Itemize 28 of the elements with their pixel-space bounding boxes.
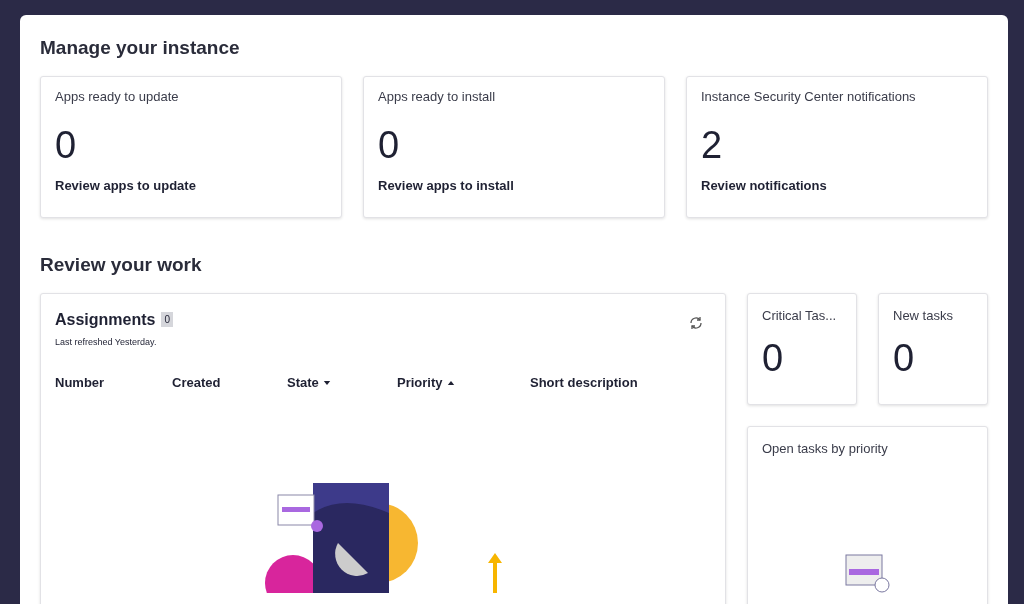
refresh-note: Last refreshed Yesterday. [55, 335, 158, 349]
refresh-icon[interactable] [689, 315, 703, 330]
review-link[interactable]: Review notifications [701, 176, 827, 196]
review-link[interactable]: Review apps to install [378, 176, 514, 196]
count-label: 0 [161, 312, 174, 328]
column-header[interactable]: Created [172, 373, 221, 393]
card-title: Assignments [55, 309, 156, 330]
column-header[interactable]: Short description [530, 373, 638, 393]
review-link[interactable]: Review apps to update [55, 176, 196, 196]
count-value: 0 [55, 126, 78, 165]
empty-chart-icon [843, 553, 892, 594]
card-label: Instance Security Center notifications [701, 87, 917, 106]
count-value: 2 [701, 126, 724, 165]
column-header[interactable]: Priority [397, 373, 455, 393]
column-header[interactable]: Number [55, 373, 105, 393]
card-label: Critical Tas... [762, 306, 838, 325]
section-title: Manage your instance [40, 37, 241, 60]
sort-up-icon [446, 379, 455, 386]
card-label: New tasks [893, 306, 954, 325]
count-value: 0 [762, 339, 785, 378]
card-label: Apps ready to install [378, 87, 497, 106]
section-title: Review your work [40, 253, 203, 277]
card-title: Open tasks by priority [762, 439, 889, 458]
count-value: 0 [378, 126, 401, 165]
card-label: Apps ready to update [55, 87, 180, 106]
sort-down-icon [322, 379, 331, 386]
count-value: 0 [893, 339, 916, 378]
column-header[interactable]: State [287, 373, 331, 393]
